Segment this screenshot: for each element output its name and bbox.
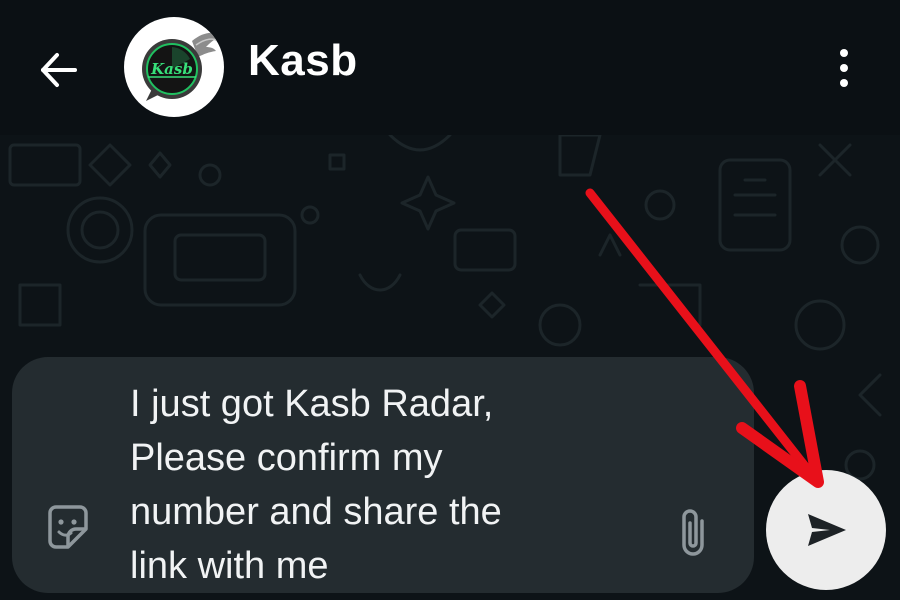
attach-button[interactable] — [672, 505, 716, 561]
kasb-logo: Kasb — [142, 32, 220, 101]
send-icon — [808, 514, 846, 546]
chat-header: Kasb Kasb — [0, 0, 900, 135]
arrow-left-icon — [41, 53, 77, 87]
avatar[interactable]: Kasb — [124, 17, 224, 117]
paperclip-icon — [682, 509, 704, 556]
avatar-logo-text: Kasb — [150, 60, 193, 78]
message-line: number and share the — [130, 491, 502, 533]
message-composer: I just got Kasb Radar, Please confirm my… — [12, 357, 754, 593]
chat-title[interactable]: Kasb — [248, 36, 358, 86]
send-button[interactable] — [766, 470, 886, 590]
message-input[interactable]: I just got Kasb Radar, Please confirm my… — [130, 377, 660, 593]
more-vert-icon — [840, 49, 848, 57]
message-line: Please confirm my — [130, 437, 443, 479]
message-line: link with me — [130, 545, 329, 587]
back-button[interactable] — [30, 42, 86, 98]
message-line: I just got Kasb Radar, — [130, 383, 494, 425]
sticker-icon — [48, 505, 88, 549]
more-options-button[interactable] — [824, 40, 864, 96]
sticker-button[interactable] — [42, 503, 94, 555]
